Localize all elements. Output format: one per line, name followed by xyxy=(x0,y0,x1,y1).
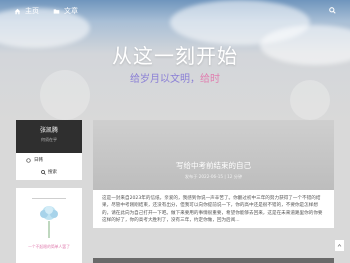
profile-button-label: 搜索 xyxy=(48,170,57,175)
profile-description: 何须在乎 xyxy=(41,137,57,142)
subtitle-main: 给岁月以文明， xyxy=(130,74,200,85)
post-excerpt: 这是一封来自2023年的信纸，亲爱的，我感到你说一声辛苦了。你翻过初中三年的努力… xyxy=(102,196,323,224)
flower-icon xyxy=(40,206,58,238)
profile-header: 张凯腾 何须在乎 xyxy=(16,120,82,153)
divider xyxy=(32,198,66,199)
folder-icon xyxy=(53,8,60,14)
profile-location: 日韩 xyxy=(16,153,82,163)
arrow-up-icon xyxy=(337,243,342,247)
profile-name: 张凯腾 xyxy=(39,127,58,134)
widget-card: 一个不起眼的简单人罢了 xyxy=(16,188,82,263)
bokeh xyxy=(290,80,330,120)
site-title: 从这一刻开始 xyxy=(112,44,238,68)
search-icon xyxy=(329,7,336,14)
top-nav: 主页 文章 xyxy=(0,0,350,22)
profile-location-label: 日韩 xyxy=(34,158,43,163)
post-meta: 发布于 2022-06-15 | 12 分钟 xyxy=(184,174,243,179)
search-icon xyxy=(41,169,46,175)
site-subtitle: 给岁月以文明，给时 xyxy=(0,70,350,85)
profile-card: 张凯腾 何须在乎 日韩 搜索 xyxy=(16,120,82,180)
location-icon xyxy=(26,157,31,163)
nav-home-label: 主页 xyxy=(25,7,39,15)
post-card[interactable]: 写给中考前结束的自己 发布于 2022-06-15 | 12 分钟 这是一封来自… xyxy=(93,120,334,228)
profile-search-button[interactable]: 搜索 xyxy=(16,169,82,175)
post-title[interactable]: 写给中考前结束的自己 xyxy=(93,160,334,171)
back-to-top-button[interactable] xyxy=(335,240,344,251)
nav-home[interactable]: 主页 xyxy=(14,6,39,16)
post-cover: 写给中考前结束的自己 发布于 2022-06-15 | 12 分钟 xyxy=(93,120,334,190)
post-card-next[interactable] xyxy=(93,258,334,263)
home-icon xyxy=(14,8,21,14)
nav-articles-label: 文章 xyxy=(64,7,78,15)
widget-caption: 一个不起眼的简单人罢了 xyxy=(28,244,70,249)
subtitle-accent: 给时 xyxy=(200,74,220,85)
nav-articles[interactable]: 文章 xyxy=(53,6,78,16)
search-button[interactable] xyxy=(329,7,336,16)
